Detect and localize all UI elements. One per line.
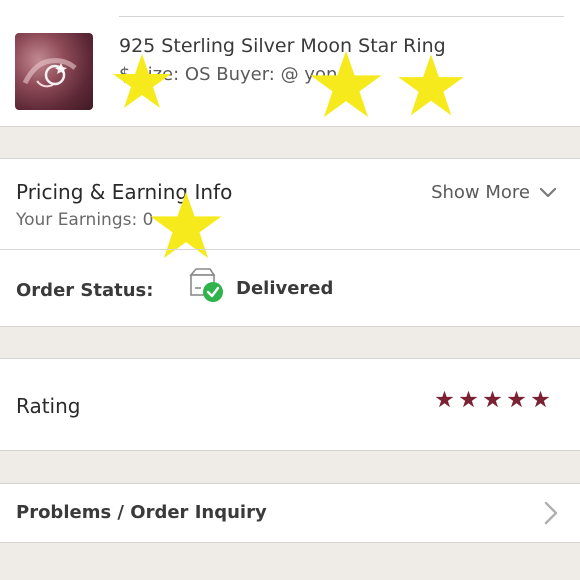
rating-star-icon (483, 390, 502, 408)
overlay-star-icon (310, 50, 382, 118)
order-status-value: Delivered (236, 278, 334, 299)
chevron-down-icon (540, 187, 556, 197)
your-earnings: Your Earnings: 0 (16, 210, 154, 230)
problems-order-inquiry-row[interactable]: Problems / Order Inquiry (0, 483, 580, 543)
chevron-right-icon (544, 501, 558, 525)
problems-label: Problems / Order Inquiry (16, 502, 267, 523)
item-card[interactable]: 925 Sterling Silver Moon Star Ring $ Siz… (0, 0, 580, 127)
overlay-star-icon (113, 54, 171, 108)
show-more-label: Show More (431, 182, 530, 203)
item-thumbnail[interactable] (15, 33, 93, 110)
rating-star-icon (507, 390, 526, 408)
overlay-star-icon (150, 191, 222, 259)
rating-label: Rating (16, 394, 81, 418)
section-divider (0, 249, 580, 250)
show-more-button[interactable]: Show More (431, 182, 556, 203)
top-divider (119, 16, 564, 17)
rating-star-icon (459, 390, 478, 408)
order-status-label: Order Status: (16, 280, 154, 301)
rating-star-icon (531, 390, 550, 408)
overlay-star-icon (398, 54, 464, 116)
rating-star-icon (435, 390, 454, 408)
ring-image (22, 58, 77, 88)
pricing-card: Pricing & Earning Info Show More Your Ea… (0, 158, 580, 327)
package-delivered-icon (189, 268, 223, 302)
rating-card: Rating (0, 358, 580, 451)
rating-stars (435, 390, 550, 408)
